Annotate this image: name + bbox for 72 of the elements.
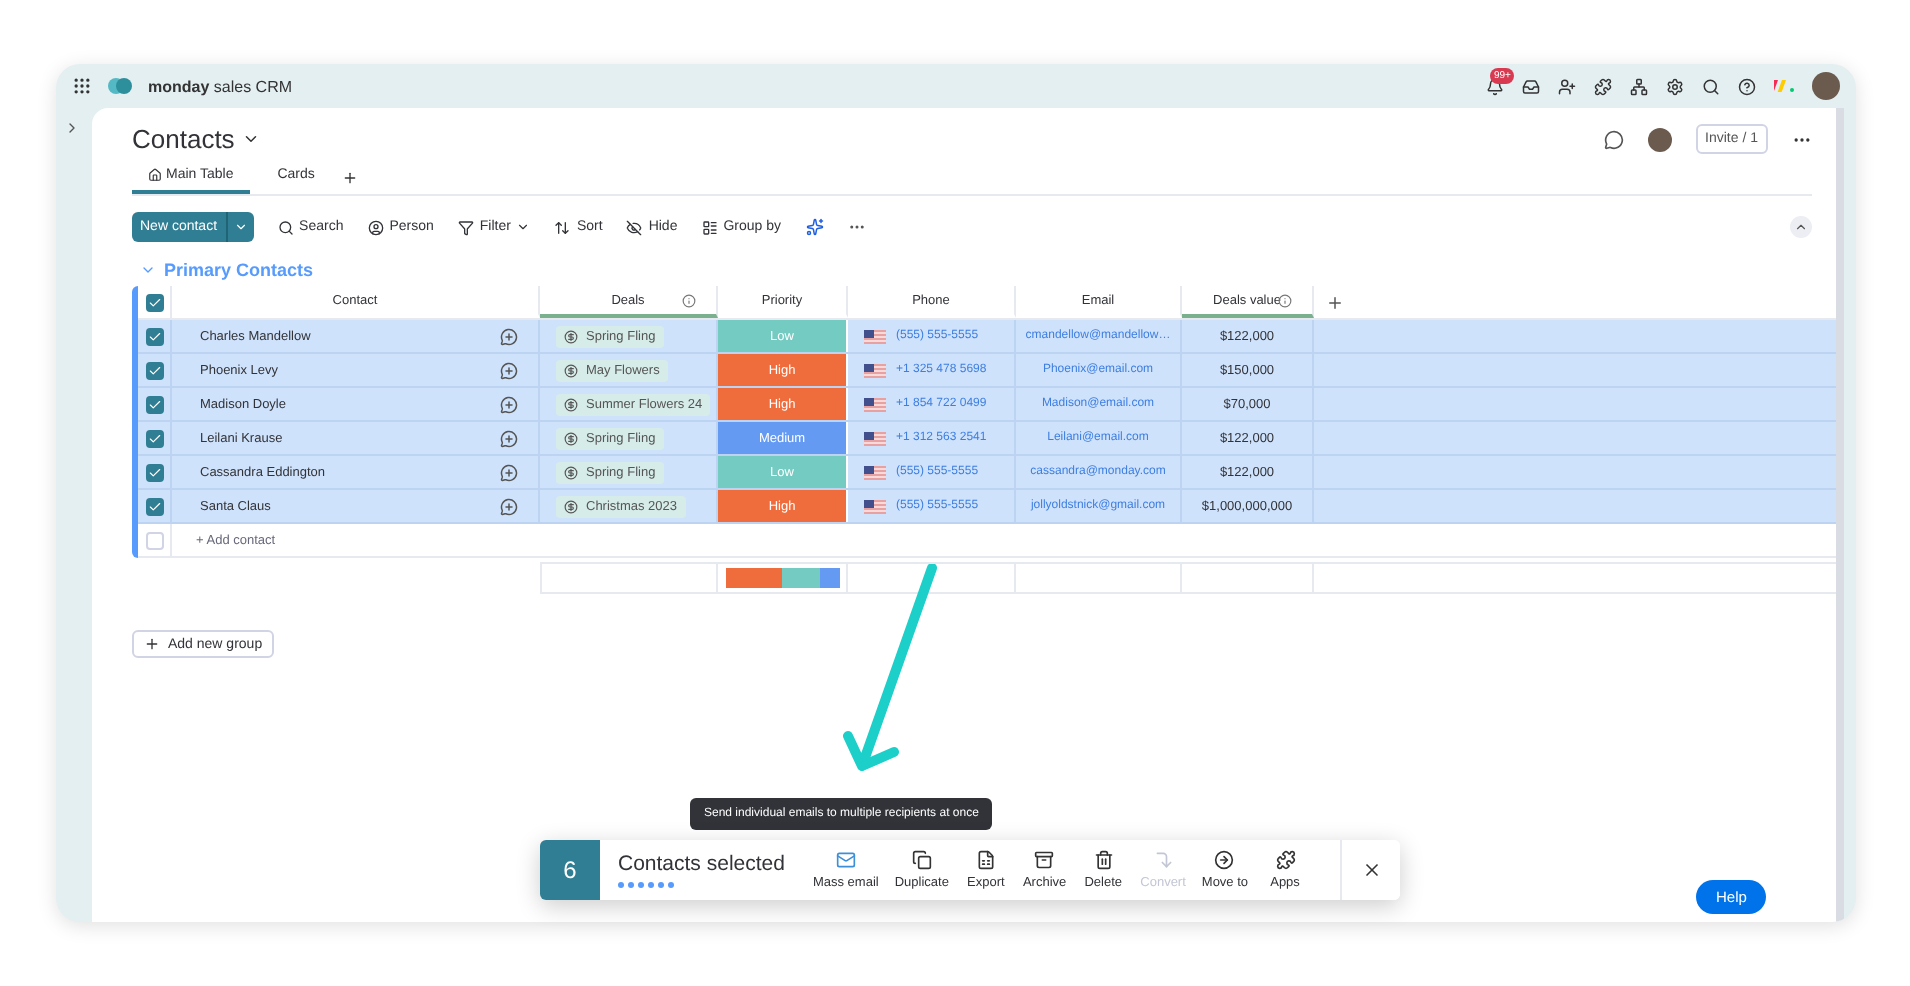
dollar-icon <box>564 397 578 411</box>
row-checkbox[interactable] <box>145 327 163 345</box>
spreadsheet-icon <box>975 850 996 870</box>
add-update-icon[interactable] <box>500 361 518 379</box>
flag-icon <box>864 499 886 513</box>
chevron-down-icon <box>516 220 531 234</box>
row-checkbox[interactable] <box>145 395 163 413</box>
add-update-icon[interactable] <box>500 395 518 413</box>
add-update-icon[interactable] <box>500 327 518 345</box>
eye-off-icon <box>626 219 643 235</box>
priority-summary-bar <box>725 568 839 588</box>
selection-label: Contacts selected <box>618 852 785 876</box>
add-update-icon[interactable] <box>500 463 518 481</box>
row-checkbox[interactable] <box>145 463 163 481</box>
dollar-icon <box>564 431 578 445</box>
summary-cell <box>1182 562 1314 594</box>
close-icon <box>1361 860 1381 880</box>
chat-icon[interactable] <box>1603 129 1624 149</box>
row-checkbox[interactable] <box>145 429 163 447</box>
dollar-icon <box>564 363 578 377</box>
chevron-down-icon[interactable] <box>242 130 261 148</box>
user-avatar[interactable] <box>1647 127 1672 151</box>
help-icon[interactable] <box>1738 77 1756 95</box>
chevron-down-icon <box>140 262 156 278</box>
select-all-checkbox[interactable] <box>145 293 163 311</box>
row-checkbox[interactable] <box>145 361 163 379</box>
home-icon <box>148 168 162 182</box>
bell-icon[interactable] <box>1486 77 1504 95</box>
info-icon[interactable] <box>1278 293 1292 307</box>
flag-icon <box>864 397 886 411</box>
search-icon[interactable] <box>1702 77 1720 95</box>
expand-sidebar-icon[interactable] <box>64 120 80 136</box>
add-column-icon[interactable] <box>1326 293 1344 311</box>
plus-icon <box>144 636 160 652</box>
puzzle-icon <box>1275 850 1296 870</box>
user-plus-icon[interactable] <box>1558 77 1576 95</box>
filter-icon <box>457 219 474 235</box>
info-icon[interactable] <box>682 293 696 307</box>
sparkle-icon[interactable] <box>805 218 824 236</box>
corner-arrow-icon <box>1153 850 1174 870</box>
copy-icon <box>911 850 932 870</box>
settings-icon[interactable] <box>1666 77 1684 95</box>
sort-icon <box>554 219 571 235</box>
user-avatar[interactable] <box>1812 72 1840 100</box>
archive-icon <box>1034 850 1055 870</box>
list-icon <box>701 219 718 235</box>
board-title: Contacts <box>132 124 235 154</box>
selected-dots-icon <box>618 882 674 888</box>
trash-icon <box>1093 850 1114 870</box>
dollar-icon <box>564 329 578 343</box>
app-brand: monday sales CRM <box>148 77 293 95</box>
person-icon <box>367 219 384 235</box>
selected-count: 6 <box>540 840 600 900</box>
collapse-icon[interactable] <box>1794 220 1808 234</box>
row-checkbox[interactable] <box>145 497 163 515</box>
logo-icon <box>1774 80 1794 92</box>
logo-icon <box>108 78 132 94</box>
inbox-icon[interactable] <box>1522 77 1540 95</box>
dollar-icon <box>564 499 578 513</box>
add-update-icon[interactable] <box>500 429 518 447</box>
apps-grid-icon[interactable] <box>72 76 92 96</box>
search-icon <box>277 219 294 235</box>
add-view-icon[interactable] <box>342 170 359 186</box>
flag-icon <box>864 329 886 343</box>
add-update-icon[interactable] <box>500 497 518 515</box>
mail-icon <box>835 850 856 870</box>
flag-icon <box>864 363 886 377</box>
network-icon[interactable] <box>1630 77 1648 95</box>
flag-icon <box>864 465 886 479</box>
flag-icon <box>864 431 886 445</box>
puzzle-icon[interactable] <box>1594 77 1612 95</box>
dollar-icon <box>564 465 578 479</box>
